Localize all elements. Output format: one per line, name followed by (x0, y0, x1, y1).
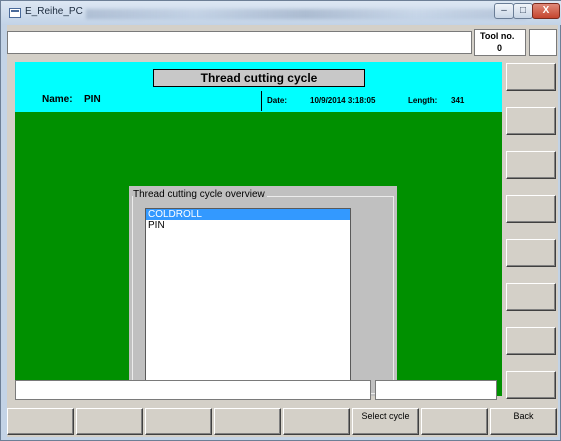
status-field-right (375, 380, 497, 400)
side-softkey-8[interactable] (506, 371, 556, 399)
bottom-softkey-4[interactable] (214, 408, 281, 435)
side-softkey-7[interactable] (506, 327, 556, 355)
minimize-button[interactable]: – (494, 3, 514, 19)
title-bar-decoration (86, 9, 526, 19)
header-divider (261, 91, 262, 111)
status-field-left (15, 380, 371, 400)
main-panel: Thread cutting cycle Name: PIN Date: 10/… (15, 62, 502, 396)
bottom-softkey-3[interactable] (145, 408, 212, 435)
side-softkey-3[interactable] (506, 151, 556, 179)
length-value: 341 (451, 96, 465, 105)
cycle-listbox[interactable]: COLDROLL PIN (145, 208, 351, 385)
select-cycle-button[interactable]: Select cycle (352, 408, 419, 435)
bottom-softkey-2[interactable] (76, 408, 143, 435)
side-softkey-4[interactable] (506, 195, 556, 223)
cycle-overview-group: Thread cutting cycle overview COLDROLL P… (129, 186, 397, 396)
maximize-button[interactable]: □ (513, 3, 533, 19)
cycle-header: Thread cutting cycle Name: PIN Date: 10/… (15, 62, 502, 112)
length-label: Length: (408, 96, 438, 105)
app-window: E_Reihe_PC – □ X Tool no. 0 Thread cutti… (0, 0, 561, 441)
title-bar[interactable]: E_Reihe_PC – □ X (1, 1, 561, 25)
date-label: Date: (267, 96, 288, 105)
app-icon (9, 8, 21, 18)
page-title: Thread cutting cycle (153, 69, 365, 87)
bottom-softkey-5[interactable] (283, 408, 350, 435)
name-label: Name: (42, 94, 73, 105)
corner-indicator-box (529, 29, 557, 56)
date-value: 10/9/2014 3:18:05 (310, 96, 376, 105)
bottom-softkey-1[interactable] (7, 408, 74, 435)
client-area: Tool no. 0 Thread cutting cycle Name: PI… (7, 25, 558, 437)
side-softkey-6[interactable] (506, 283, 556, 311)
tool-number-box: Tool no. 0 (474, 29, 526, 56)
side-softkey-1[interactable] (506, 63, 556, 91)
side-softkey-2[interactable] (506, 107, 556, 135)
list-item[interactable]: PIN (146, 220, 350, 231)
window-title: E_Reihe_PC (25, 6, 83, 17)
close-button[interactable]: X (532, 3, 560, 19)
group-caption: Thread cutting cycle overview (133, 189, 267, 200)
tool-number-value: 0 (497, 43, 503, 53)
bottom-softkey-7[interactable] (421, 408, 488, 435)
top-message-field (7, 31, 472, 54)
list-item[interactable]: COLDROLL (146, 209, 350, 220)
name-value: PIN (84, 94, 101, 105)
back-button[interactable]: Back (490, 408, 557, 435)
side-softkey-5[interactable] (506, 239, 556, 267)
tool-number-label: Tool no. (480, 31, 515, 41)
